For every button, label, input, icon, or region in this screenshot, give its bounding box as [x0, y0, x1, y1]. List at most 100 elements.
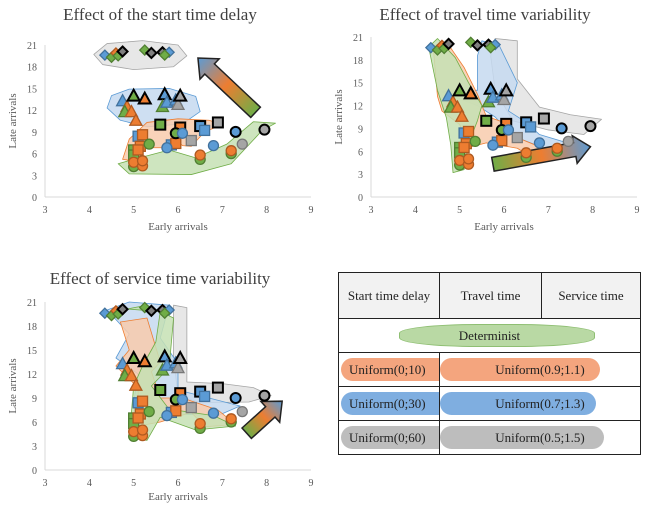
- point-circle-gray: [258, 123, 271, 136]
- point-square-blue: [524, 121, 537, 133]
- chart-title: Effect of travel time variability: [379, 5, 591, 24]
- point-circle-orange: [136, 424, 149, 436]
- y-tick-label: 21: [27, 298, 37, 309]
- y-tick-label: 0: [358, 193, 363, 204]
- chart-panel-3: Effect of service time variability 3 4 5 6 7 8…: [7, 269, 314, 503]
- point-square-gray: [211, 381, 224, 394]
- point-circle-orange: [551, 142, 563, 154]
- point-circle-blue: [176, 393, 189, 406]
- y-tick-label: 12: [27, 370, 37, 381]
- x-tick-label: 4: [413, 205, 418, 216]
- y-tick-label: 18: [27, 322, 37, 333]
- point-square-green: [154, 384, 167, 396]
- point-circle-green: [143, 405, 155, 418]
- x-tick-label: 4: [87, 478, 92, 489]
- point-circle-orange: [194, 149, 206, 161]
- y-tick-label: 9: [32, 394, 37, 405]
- x-axis-label: Early arrivals: [474, 221, 534, 233]
- x-tick-label: 7: [546, 205, 551, 216]
- x-tick-label: 9: [309, 478, 314, 489]
- y-tick-label: 21: [27, 41, 37, 52]
- x-axis-label: Early arrivals: [148, 221, 208, 233]
- point-square-gray: [185, 401, 197, 414]
- point-circle-blue: [487, 139, 499, 151]
- x-tick-label: 6: [176, 205, 181, 216]
- y-tick-label: 9: [358, 124, 363, 135]
- y-tick-label: 0: [32, 193, 37, 204]
- figure: Effect of the start time delay 3 4 5 6 7 8 9 0 3 6…: [0, 0, 647, 519]
- point-circle-blue: [207, 139, 220, 152]
- header-travel-time: Travel time: [460, 287, 521, 303]
- point-circle-blue: [161, 142, 173, 154]
- point-square-orange: [132, 144, 144, 156]
- point-square-orange: [132, 412, 144, 424]
- point-square-orange: [458, 141, 470, 154]
- start-uniform-60: Uniform(0;60): [349, 429, 426, 445]
- point-square-gray: [185, 134, 197, 147]
- point-circle-blue: [229, 125, 242, 138]
- x-axis-label: Early arrivals: [148, 491, 208, 503]
- y-axis-label: Late arrivals: [7, 358, 19, 413]
- point-circle-blue: [555, 122, 568, 135]
- point-square-orange: [136, 395, 149, 407]
- point-circle-blue: [176, 127, 189, 139]
- point-square-gray: [537, 112, 550, 125]
- x-tick-label: 3: [43, 478, 48, 489]
- point-circle-orange: [136, 155, 149, 167]
- point-circle-orange: [225, 413, 237, 425]
- x-tick-label: 8: [264, 478, 269, 489]
- travel-service-uniform-05-15: Uniform(0.5;1.5): [495, 429, 585, 445]
- travel-service-uniform-09-11: Uniform(0.9;1.1): [495, 361, 585, 377]
- point-square-blue: [198, 390, 211, 403]
- point-circle-blue: [161, 409, 173, 422]
- start-uniform-10: Uniform(0;10): [349, 361, 426, 377]
- point-square-green: [154, 118, 167, 131]
- point-circle-gray: [562, 135, 574, 148]
- point-circle-green: [469, 135, 481, 148]
- point-circle-gray: [236, 138, 248, 150]
- point-circle-blue: [533, 137, 546, 149]
- y-tick-label: 15: [27, 346, 37, 357]
- point-circle-orange: [194, 417, 206, 430]
- x-tick-label: 3: [43, 205, 48, 216]
- x-tick-label: 6: [176, 478, 181, 489]
- x-tick-label: 7: [220, 205, 225, 216]
- header-start-time-delay: Start time delay: [347, 287, 431, 303]
- x-tick-label: 8: [264, 205, 269, 216]
- y-tick-label: 9: [32, 128, 37, 139]
- point-square-gray: [511, 131, 523, 144]
- point-square-green: [480, 114, 493, 127]
- x-tick-label: 5: [131, 205, 136, 216]
- point-square-blue: [198, 124, 211, 137]
- y-tick-label: 3: [32, 171, 37, 182]
- y-tick-label: 6: [32, 418, 37, 429]
- x-tick-label: 7: [220, 478, 225, 489]
- point-circle-orange: [462, 153, 475, 165]
- point-circle-blue: [502, 124, 515, 136]
- point-square-gray: [211, 116, 224, 129]
- chart-title: Effect of the start time delay: [63, 5, 257, 24]
- y-axis-label: Late arrivals: [7, 93, 19, 148]
- x-tick-label: 9: [309, 205, 314, 216]
- y-tick-label: 0: [32, 466, 37, 477]
- x-tick-label: 3: [369, 205, 374, 216]
- header-service-time: Service time: [558, 287, 624, 303]
- point-circle-blue: [207, 407, 220, 419]
- point-circle-gray: [258, 389, 271, 402]
- y-axis-label: Late arrivals: [333, 89, 345, 144]
- x-tick-label: 5: [131, 478, 136, 489]
- point-circle-green: [143, 138, 155, 150]
- y-tick-label: 15: [27, 84, 37, 95]
- start-uniform-30: Uniform(0;30): [349, 395, 426, 411]
- chart-panel-1: Effect of the start time delay3 4 5 6 7 8 9036…: [7, 5, 314, 233]
- determinist-label: Determinist: [458, 327, 521, 343]
- point-square-orange: [462, 125, 475, 138]
- x-tick-label: 8: [590, 205, 595, 216]
- point-circle-orange: [225, 145, 237, 157]
- y-tick-label: 6: [32, 150, 37, 161]
- point-circle-blue: [229, 392, 242, 404]
- chart-title: Effect of service time variability: [50, 269, 271, 288]
- point-circle-gray: [236, 405, 248, 418]
- point-circle-orange: [520, 147, 532, 159]
- y-tick-label: 3: [358, 170, 363, 181]
